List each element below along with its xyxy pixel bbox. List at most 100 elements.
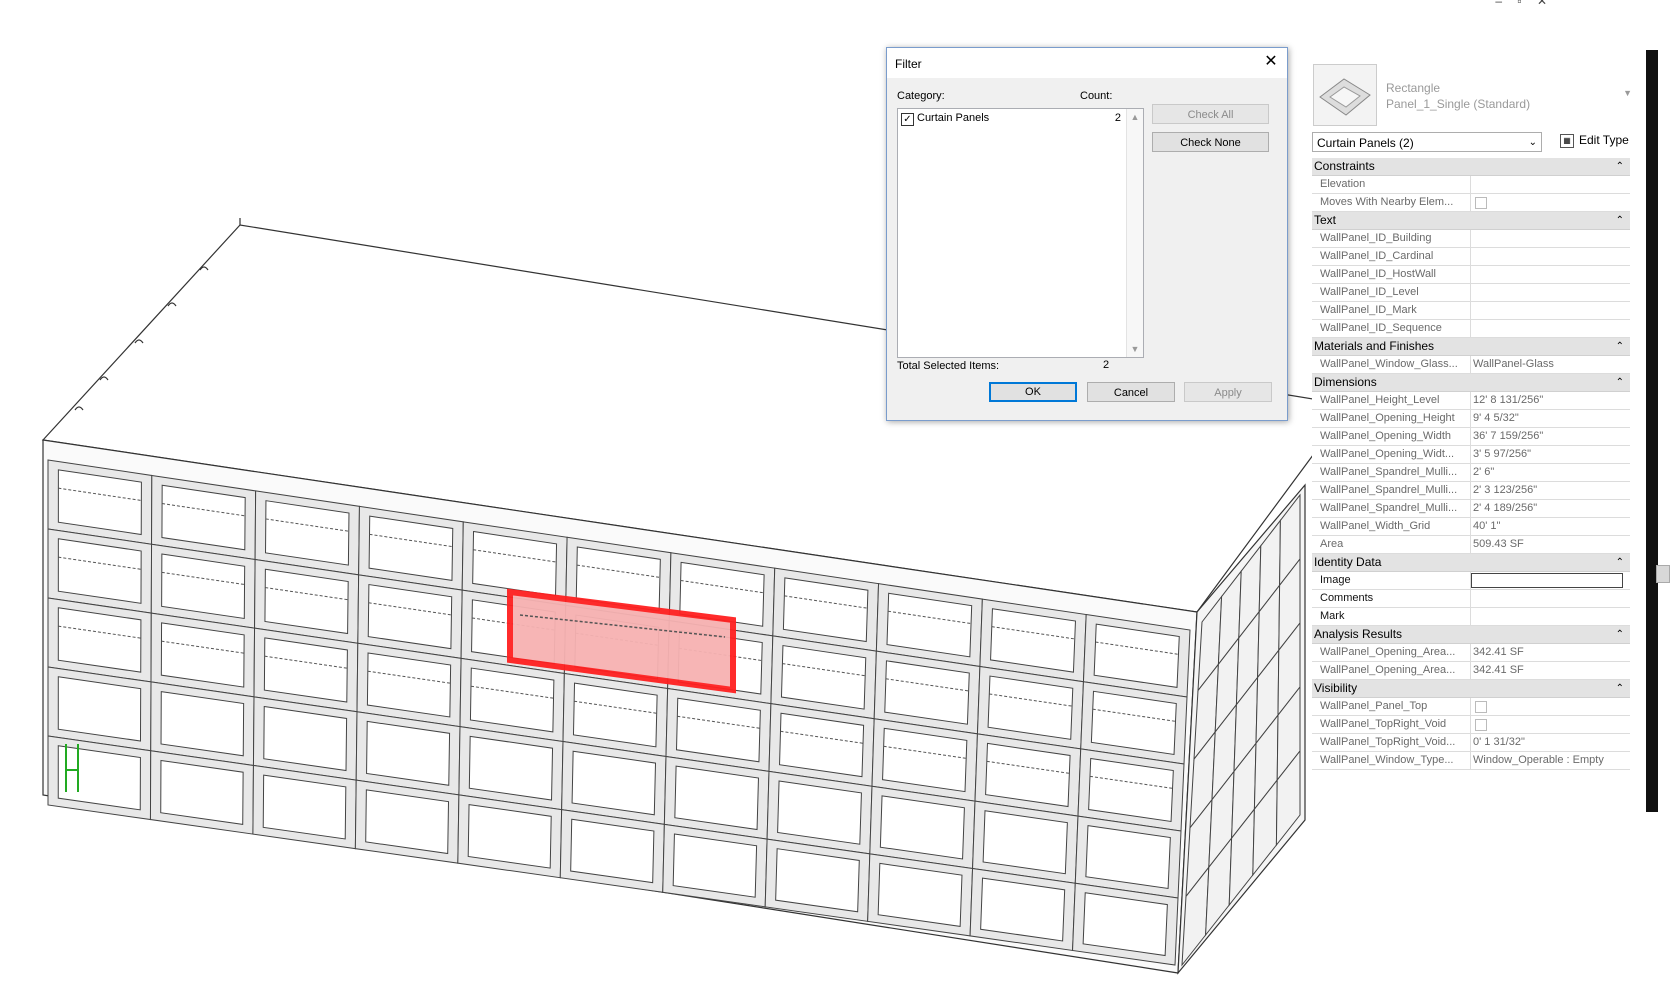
property-value[interactable]: 2' 3 123/256" — [1470, 482, 1626, 499]
property-row[interactable]: WallPanel_TopRight_Void — [1312, 716, 1630, 734]
check-none-button[interactable]: Check None — [1152, 132, 1269, 152]
list-scrollbar[interactable]: ▲ ▼ — [1126, 109, 1143, 357]
scroll-down-icon[interactable]: ▼ — [1127, 344, 1143, 354]
property-value[interactable]: 2' 4 189/256" — [1470, 500, 1626, 517]
property-row[interactable]: WallPanel_ID_Cardinal — [1312, 248, 1630, 266]
property-row[interactable]: Elevation — [1312, 176, 1630, 194]
property-row[interactable]: WallPanel_Spandrel_Mulli... 2' 4 189/256" — [1312, 500, 1630, 518]
property-value[interactable] — [1470, 698, 1626, 715]
property-value[interactable]: WallPanel-Glass — [1470, 356, 1626, 373]
check-all-button[interactable]: Check All — [1152, 104, 1269, 124]
chevron-down-icon[interactable]: ▼ — [1623, 88, 1632, 98]
group-header[interactable]: Materials and Finishes ⌃ — [1312, 338, 1630, 356]
cancel-button[interactable]: Cancel — [1087, 382, 1175, 402]
property-checkbox[interactable] — [1475, 197, 1487, 209]
property-row[interactable]: WallPanel_ID_Building — [1312, 230, 1630, 248]
property-row[interactable]: WallPanel_Window_Glass... WallPanel-Glass — [1312, 356, 1630, 374]
group-header[interactable]: Dimensions ⌃ — [1312, 374, 1630, 392]
property-value[interactable]: 342.41 SF — [1470, 662, 1626, 679]
property-row[interactable]: WallPanel_Opening_Area... 342.41 SF — [1312, 662, 1630, 680]
element-type-selector[interactable]: Curtain Panels (2) ⌄ — [1312, 132, 1542, 152]
property-value[interactable] — [1470, 230, 1626, 247]
curtain-panel[interactable] — [570, 818, 655, 884]
property-row[interactable]: WallPanel_Opening_Widt... 3' 5 97/256" — [1312, 446, 1630, 464]
property-row[interactable]: WallPanel_TopRight_Void... 0' 1 31/32" — [1312, 734, 1630, 752]
property-row[interactable]: WallPanel_Height_Level 12' 8 131/256" — [1312, 392, 1630, 410]
collapse-icon[interactable]: ⌃ — [1616, 374, 1624, 391]
property-value[interactable] — [1470, 284, 1626, 301]
curtain-panel[interactable] — [57, 745, 141, 811]
property-row[interactable]: WallPanel_ID_HostWall — [1312, 266, 1630, 284]
curtain-panel[interactable] — [365, 789, 450, 855]
group-header[interactable]: Identity Data ⌃ — [1312, 554, 1630, 572]
property-value[interactable] — [1470, 302, 1626, 319]
property-value[interactable]: 12' 8 131/256" — [1470, 392, 1626, 409]
collapse-icon[interactable]: ⌃ — [1616, 554, 1624, 571]
property-row[interactable]: Mark — [1312, 608, 1630, 626]
property-input[interactable] — [1471, 573, 1623, 588]
filter-titlebar[interactable]: Filter ✕ — [887, 48, 1287, 78]
property-value[interactable]: 36' 7 159/256" — [1470, 428, 1626, 445]
curtain-panel[interactable] — [57, 676, 142, 742]
property-value[interactable]: 3' 5 97/256" — [1470, 446, 1626, 463]
property-row[interactable]: Moves With Nearby Elem... — [1312, 194, 1630, 212]
property-value[interactable] — [1470, 320, 1626, 337]
scroll-up-icon[interactable]: ▲ — [1127, 112, 1143, 122]
property-value[interactable] — [1470, 176, 1626, 193]
collapse-icon[interactable]: ⌃ — [1616, 338, 1624, 355]
collapse-icon[interactable]: ⌃ — [1616, 158, 1624, 175]
property-value[interactable]: Window_Operable : Empty — [1470, 752, 1626, 769]
ok-button[interactable]: OK — [989, 382, 1077, 402]
property-value[interactable] — [1470, 572, 1626, 589]
property-value[interactable] — [1470, 194, 1626, 211]
property-checkbox[interactable] — [1475, 701, 1487, 713]
category-checkbox[interactable]: ✓ — [901, 113, 914, 126]
property-row[interactable]: WallPanel_Spandrel_Mulli... 2' 6" — [1312, 464, 1630, 482]
chevron-down-icon[interactable]: ⌄ — [1529, 133, 1537, 153]
collapse-icon[interactable]: ⌃ — [1616, 680, 1624, 697]
property-row[interactable]: WallPanel_ID_Level — [1312, 284, 1630, 302]
collapse-icon[interactable]: ⌃ — [1616, 212, 1624, 229]
property-row[interactable]: WallPanel_Opening_Height 9' 4 5/32" — [1312, 410, 1630, 428]
property-value[interactable]: 40' 1" — [1470, 518, 1626, 535]
property-row[interactable]: WallPanel_ID_Mark — [1312, 302, 1630, 320]
property-row[interactable]: WallPanel_Panel_Top — [1312, 698, 1630, 716]
property-row[interactable]: WallPanel_Opening_Area... 342.41 SF — [1312, 644, 1630, 662]
curtain-panel[interactable] — [467, 803, 552, 869]
right-edge-scrollbar[interactable] — [1646, 50, 1658, 812]
property-row[interactable]: WallPanel_Width_Grid 40' 1" — [1312, 518, 1630, 536]
curtain-panel[interactable] — [262, 774, 347, 840]
curtain-panel[interactable] — [775, 848, 860, 913]
group-header[interactable]: Visibility ⌃ — [1312, 680, 1630, 698]
group-header[interactable]: Text ⌃ — [1312, 212, 1630, 230]
curtain-panel[interactable] — [160, 759, 244, 825]
property-value[interactable] — [1470, 716, 1626, 733]
collapse-icon[interactable]: ⌃ — [1616, 626, 1624, 643]
property-value[interactable] — [1470, 248, 1626, 265]
close-icon[interactable]: ✕ — [1261, 52, 1281, 72]
property-value[interactable] — [1470, 590, 1626, 607]
category-list[interactable]: ✓ Curtain Panels 2 ▲ ▼ — [897, 108, 1144, 358]
property-row[interactable]: WallPanel_Window_Type... Window_Operable … — [1312, 752, 1630, 770]
group-header[interactable]: Analysis Results ⌃ — [1312, 626, 1630, 644]
property-checkbox[interactable] — [1475, 719, 1487, 731]
property-row[interactable]: WallPanel_Spandrel_Mulli... 2' 3 123/256" — [1312, 482, 1630, 500]
apply-button[interactable]: Apply — [1184, 382, 1272, 402]
property-value[interactable]: 2' 6" — [1470, 464, 1626, 481]
scrollbar-thumb[interactable] — [1656, 565, 1670, 583]
curtain-panel[interactable] — [672, 833, 758, 898]
property-value[interactable]: 0' 1 31/32" — [1470, 734, 1626, 751]
property-value[interactable]: 509.43 SF — [1470, 536, 1626, 553]
group-header[interactable]: Constraints ⌃ — [1312, 158, 1630, 176]
property-row[interactable]: Comments — [1312, 590, 1630, 608]
property-row[interactable]: Image — [1312, 572, 1630, 590]
properties-grid[interactable]: Constraints ⌃ Elevation Moves With Nearby E… — [1312, 158, 1630, 770]
list-item[interactable]: ✓ Curtain Panels 2 — [901, 112, 1121, 128]
property-row[interactable]: Area 509.43 SF — [1312, 536, 1630, 554]
property-row[interactable]: WallPanel_ID_Sequence — [1312, 320, 1630, 338]
property-value[interactable]: 342.41 SF — [1470, 644, 1626, 661]
window-controls[interactable]: – ▫ ✕ — [1495, 0, 1553, 8]
property-value[interactable] — [1470, 608, 1626, 625]
property-row[interactable]: WallPanel_Opening_Width 36' 7 159/256" — [1312, 428, 1630, 446]
property-value[interactable] — [1470, 266, 1626, 283]
